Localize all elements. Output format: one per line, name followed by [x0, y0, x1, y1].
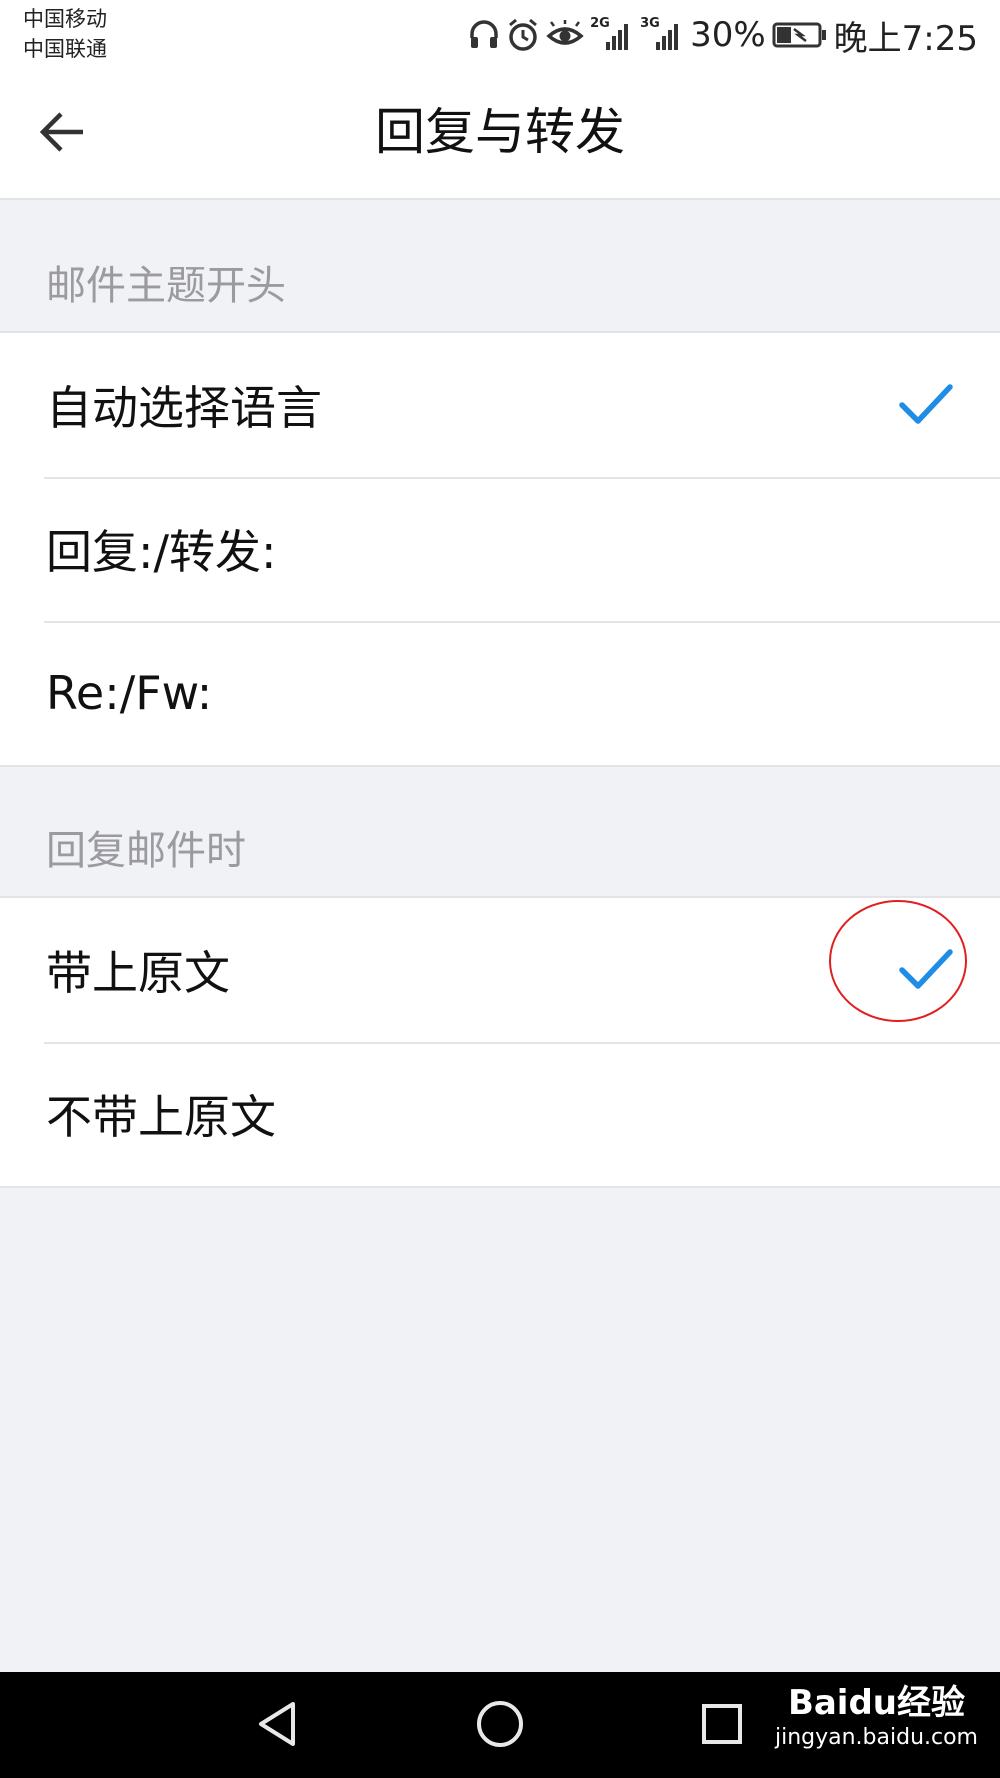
subject-prefix-options: 自动选择语言 回复:/转发: Re:/Fw:: [0, 331, 1000, 767]
option-label: 不带上原文: [46, 1090, 276, 1144]
battery-percent: 30%: [690, 15, 766, 55]
nav-back-button[interactable]: [237, 1690, 317, 1762]
recents-nav-icon: [698, 1700, 746, 1752]
clock-time: 晚上7:25: [833, 18, 978, 59]
watermark: Baidu经验 jingyan.baidu.com: [775, 1682, 978, 1752]
alarm-icon: [506, 18, 540, 52]
option-auto-language[interactable]: 自动选择语言: [0, 333, 1000, 477]
option-label: Re:/Fw:: [46, 666, 213, 720]
option-label: 自动选择语言: [46, 381, 322, 435]
nav-recents-button[interactable]: [682, 1690, 762, 1762]
headset-icon: [468, 18, 500, 52]
battery-icon: [772, 21, 828, 49]
page-title: 回复与转发: [375, 103, 625, 161]
back-nav-icon: [253, 1698, 301, 1754]
watermark-logo: Baidu经验: [787, 1683, 966, 1723]
section-header-subject-prefix: 邮件主题开头: [46, 263, 286, 309]
navigation-bar: Baidu经验 jingyan.baidu.com: [0, 1672, 1000, 1778]
back-arrow-icon: [39, 110, 87, 158]
option-english-prefix[interactable]: Re:/Fw:: [0, 621, 1000, 765]
eye-icon: [546, 20, 584, 50]
app-bar: 回复与转发: [0, 66, 1000, 200]
network-type-label-1: 2G: [590, 16, 610, 31]
back-button[interactable]: [28, 104, 98, 164]
option-label: 带上原文: [46, 946, 230, 1000]
status-bar: 中国移动 中国联通 2G 3G 30% 晚上7:25: [0, 0, 1000, 66]
signal-icon: 2G: [590, 16, 634, 52]
carrier-label-1: 中国移动: [23, 7, 107, 31]
checkmark-icon: [898, 379, 954, 431]
carrier-label-2: 中国联通: [23, 37, 107, 61]
home-nav-icon: [474, 1698, 526, 1754]
watermark-url: jingyan.baidu.com: [774, 1725, 978, 1750]
option-chinese-prefix[interactable]: 回复:/转发:: [0, 477, 1000, 621]
option-label: 回复:/转发:: [46, 525, 277, 579]
nav-home-button[interactable]: [460, 1690, 540, 1762]
status-icons: 2G 3G 30% 晚上7:25: [468, 12, 978, 59]
section-header-reply-mode: 回复邮件时: [46, 828, 246, 874]
network-type-label-2: 3G: [640, 16, 660, 31]
option-exclude-original[interactable]: 不带上原文: [0, 1042, 1000, 1186]
annotation-circle: [829, 900, 967, 1022]
signal-icon: 3G: [640, 16, 684, 52]
